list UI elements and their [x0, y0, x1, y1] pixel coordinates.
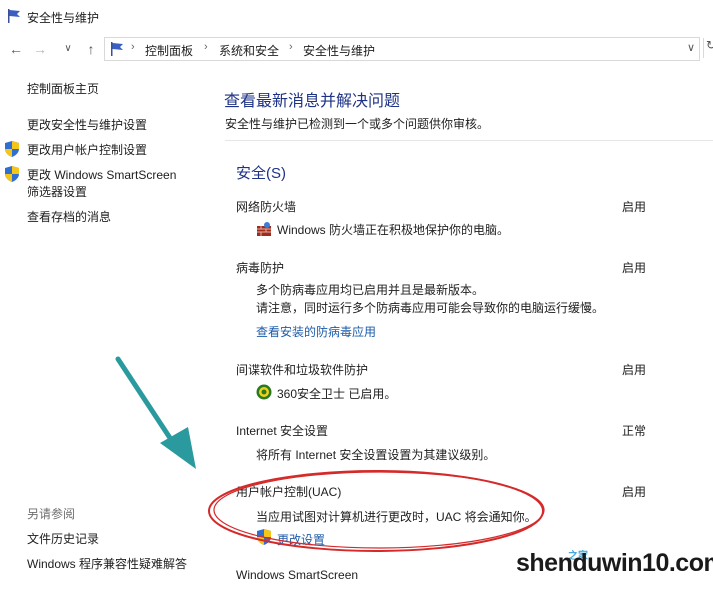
smartscreen-name: Windows SmartScreen: [236, 568, 359, 582]
sidebar-item-uac-settings[interactable]: 更改用户帐户控制设置: [27, 142, 147, 159]
title-bar: 安全性与维护: [0, 0, 713, 34]
sidebar-item-archived-messages[interactable]: 查看存档的消息: [27, 209, 111, 226]
divider: [225, 140, 713, 141]
forward-arrow-icon[interactable]: →: [32, 41, 48, 57]
sidebar-item-home[interactable]: 控制面板主页: [27, 81, 99, 98]
flag-icon: [111, 42, 123, 56]
navigation-bar: ← → ∨ ↑ › 控制面板 › 系统和安全 › 安全性与维护 ∨: [0, 34, 713, 64]
uac-shield-icon: [5, 166, 19, 182]
chevron-right-icon[interactable]: ›: [204, 41, 208, 53]
see-also-compat-troubleshooter[interactable]: Windows 程序兼容性疑难解答: [27, 556, 187, 573]
breadcrumb-system-security[interactable]: 系统和安全: [219, 42, 279, 59]
sidebar-item-smartscreen[interactable]: 更改 Windows SmartScreen: [27, 167, 176, 184]
window-title: 安全性与维护: [27, 11, 100, 25]
uac-status: 启用: [622, 485, 647, 499]
internet-security-name: Internet 安全设置: [236, 424, 329, 438]
sidebar-item-smartscreen-cont[interactable]: 筛选器设置: [27, 184, 87, 201]
spyware-protection-status: 启用: [622, 363, 647, 377]
firewall-icon: [257, 222, 271, 236]
address-bar[interactable]: › 控制面板 › 系统和安全 › 安全性与维护 ∨: [104, 37, 700, 61]
security-section-toggle[interactable]: 安全(S): [236, 162, 286, 183]
virus-protection-desc-1: 多个防病毒应用均已启用并且是最新版本。: [256, 283, 485, 297]
flag-icon: [8, 9, 20, 23]
sidebar-item-security-settings[interactable]: 更改安全性与维护设置: [27, 117, 147, 134]
view-antivirus-apps-link[interactable]: 查看安装的防病毒应用: [256, 323, 376, 340]
annotation-arrow: [115, 356, 196, 469]
internet-security-desc: 将所有 Internet 安全设置设置为其建议级别。: [256, 448, 496, 462]
chevron-right-icon[interactable]: ›: [131, 41, 135, 53]
uac-shield-icon: [5, 141, 19, 157]
360-security-icon: [256, 384, 272, 400]
refresh-icon[interactable]: ↻: [703, 38, 713, 58]
internet-security-status: 正常: [622, 424, 647, 438]
chevron-right-icon[interactable]: ›: [289, 41, 293, 53]
virus-protection-name: 病毒防护: [236, 261, 285, 275]
firewall-name: 网络防火墙: [236, 200, 297, 214]
annotation-circle: [208, 470, 545, 552]
page-title: 查看最新消息并解决问题: [224, 93, 401, 110]
watermark: shenduwin10.com: [516, 549, 713, 577]
back-arrow-icon[interactable]: ←: [8, 41, 24, 57]
breadcrumb-security-maintenance[interactable]: 安全性与维护: [303, 42, 375, 59]
breadcrumb-control-panel[interactable]: 控制面板: [145, 42, 193, 59]
page-subtitle: 安全性与维护已检测到一个或多个问题供你审核。: [225, 117, 490, 131]
firewall-desc: Windows 防火墙正在积极地保护你的电脑。: [277, 223, 510, 237]
firewall-status: 启用: [622, 200, 647, 214]
spyware-protection-desc: 360安全卫士 已启用。: [277, 387, 397, 401]
recent-dropdown-icon[interactable]: ∨: [60, 41, 76, 57]
chevron-down-icon[interactable]: ∨: [687, 41, 695, 54]
virus-protection-status: 启用: [622, 261, 647, 275]
spyware-protection-name: 间谍软件和垃圾软件防护: [236, 363, 369, 377]
up-arrow-icon[interactable]: ↑: [83, 41, 99, 57]
virus-protection-desc-2: 请注意，同时运行多个防病毒应用可能会导致你的电脑运行缓慢。: [256, 301, 605, 315]
see-also-heading: 另请参阅: [27, 507, 76, 521]
see-also-file-history[interactable]: 文件历史记录: [27, 531, 99, 548]
